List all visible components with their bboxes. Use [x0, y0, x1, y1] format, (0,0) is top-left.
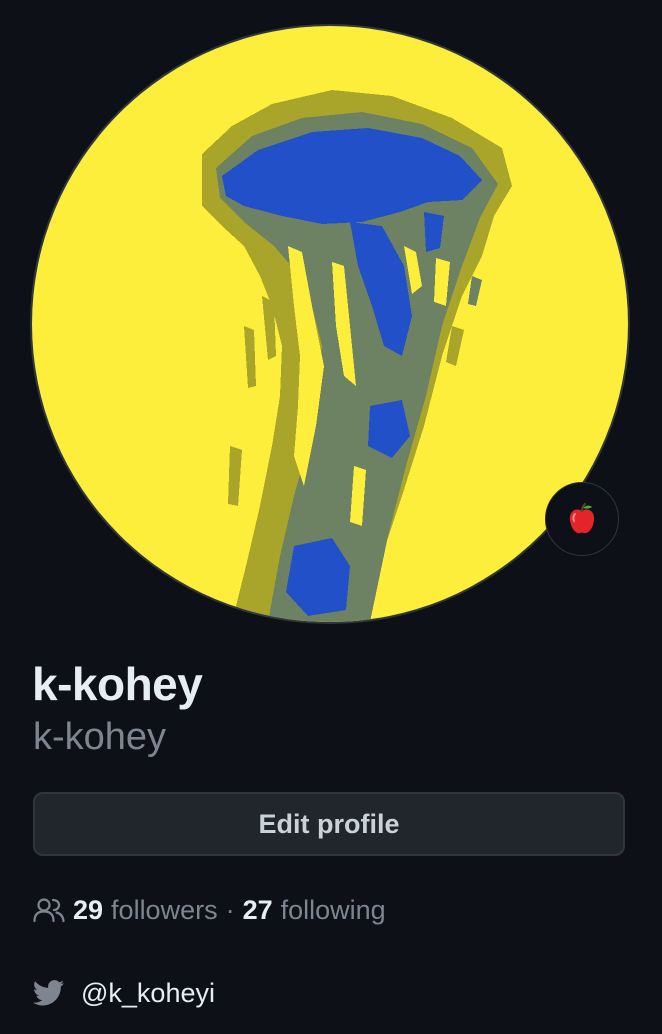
stats-separator: ·	[225, 894, 235, 925]
profile-full-name: k-kohey	[32, 658, 203, 710]
followers-count: 29	[73, 894, 104, 925]
apple-emoji-icon	[569, 503, 595, 534]
edit-profile-button[interactable]: Edit profile	[33, 792, 625, 856]
avatar[interactable]	[32, 26, 628, 622]
following-link[interactable]: 27 following	[243, 895, 386, 926]
avatar-image	[32, 26, 628, 622]
followers-label: followers	[111, 894, 218, 925]
follow-stats: 29 followers · 27 following	[33, 890, 386, 930]
following-count: 27	[242, 894, 273, 925]
profile-username: k-kohey	[33, 716, 167, 758]
avatar-container	[32, 26, 628, 622]
following-label: following	[280, 894, 386, 925]
status-emoji-button[interactable]	[545, 482, 619, 556]
twitter-handle-link[interactable]: @k_koheyi	[81, 978, 215, 1009]
social-twitter: @k_koheyi	[33, 972, 215, 1014]
people-icon	[33, 898, 65, 923]
twitter-icon	[33, 980, 65, 1006]
followers-link[interactable]: 29 followers	[73, 895, 218, 926]
